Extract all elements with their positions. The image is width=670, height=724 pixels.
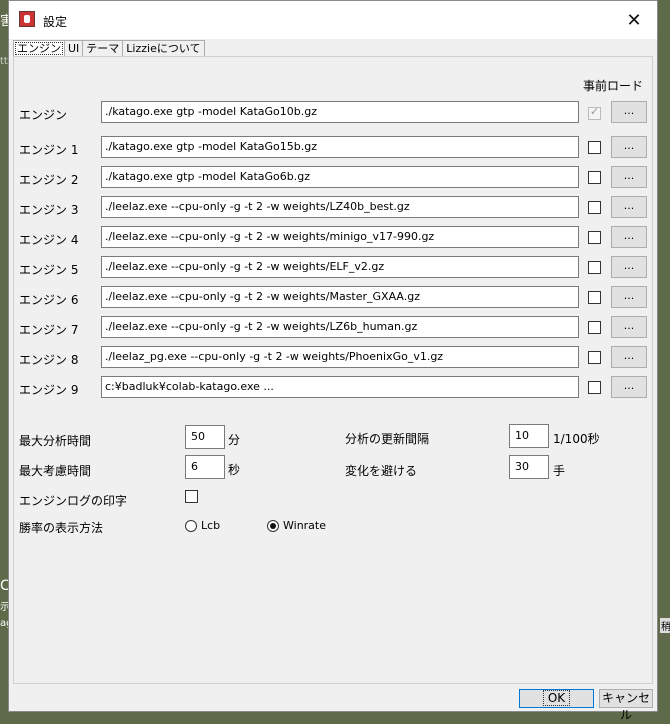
browse-button[interactable]: ...: [611, 226, 647, 248]
browse-button[interactable]: ...: [611, 376, 647, 398]
browse-button[interactable]: ...: [611, 136, 647, 158]
avoid-change-label: 変化を避ける: [345, 464, 418, 478]
browse-button[interactable]: ...: [611, 316, 647, 338]
preload-checkbox[interactable]: [588, 291, 601, 304]
engine-command-field[interactable]: c:¥badluk¥colab-katago.exe ...: [101, 376, 579, 398]
engine-command-field[interactable]: ./katago.exe gtp -model KataGo6b.gz: [101, 166, 579, 188]
preload-checkbox[interactable]: [588, 351, 601, 364]
tab-theme[interactable]: テーマ: [82, 40, 124, 56]
max-analysis-time-field[interactable]: 50: [185, 425, 225, 449]
preload-checkbox[interactable]: [588, 261, 601, 274]
engine-command-field[interactable]: ./katago.exe gtp -model KataGo10b.gz: [101, 101, 579, 123]
tab-bar: エンジン UI テーマ Lizzieについて: [13, 40, 205, 57]
tab-about[interactable]: Lizzieについて: [122, 40, 205, 56]
preload-header: 事前ロード: [583, 79, 644, 93]
engine-label: エンジン 9: [19, 383, 79, 397]
update-interval-label: 分析の更新間隔: [345, 432, 430, 446]
engine-log-checkbox[interactable]: [185, 490, 198, 503]
engine-label: エンジン 7: [19, 323, 79, 337]
window-title: 設定: [43, 15, 68, 29]
engine-label: エンジン 1: [19, 143, 79, 157]
close-button[interactable]: ✕: [611, 1, 657, 39]
max-analysis-time-unit: 分: [228, 433, 241, 447]
tab-ui[interactable]: UI: [64, 40, 84, 56]
background-text: 稍: [660, 618, 670, 633]
engine-command-field[interactable]: ./leelaz.exe --cpu-only -g -t 2 -w weigh…: [101, 316, 579, 338]
browse-button[interactable]: ...: [611, 196, 647, 218]
engine-command-field[interactable]: ./leelaz_pg.exe --cpu-only -g -t 2 -w we…: [101, 346, 579, 368]
engine-label: エンジン: [19, 108, 68, 122]
preload-checkbox[interactable]: [588, 171, 601, 184]
preload-checkbox[interactable]: [588, 381, 601, 394]
engine-label: エンジン 2: [19, 173, 79, 187]
engine-command-field[interactable]: ./leelaz.exe --cpu-only -g -t 2 -w weigh…: [101, 226, 579, 248]
ok-button[interactable]: OK: [519, 689, 594, 708]
engine-label: エンジン 8: [19, 353, 79, 367]
avoid-change-unit: 手: [553, 464, 566, 478]
winrate-radio-label: Winrate: [283, 519, 327, 532]
browse-button[interactable]: ...: [611, 166, 647, 188]
engine-command-field[interactable]: ./leelaz.exe --cpu-only -g -t 2 -w weigh…: [101, 196, 579, 218]
engine-label: エンジン 6: [19, 293, 79, 307]
preload-checkbox[interactable]: [588, 321, 601, 334]
engine-log-label: エンジンログの印字: [19, 494, 128, 508]
update-interval-unit: 1/100秒: [553, 432, 600, 446]
engine-label: エンジン 3: [19, 203, 79, 217]
preload-checkbox[interactable]: [588, 105, 601, 120]
max-think-time-unit: 秒: [228, 463, 241, 477]
max-think-time-label: 最大考慮時間: [19, 464, 92, 478]
engine-command-field[interactable]: ./katago.exe gtp -model KataGo15b.gz: [101, 136, 579, 158]
engine-label: エンジン 4: [19, 233, 79, 247]
browse-button[interactable]: ...: [611, 101, 647, 123]
max-analysis-time-label: 最大分析時間: [19, 434, 92, 448]
browse-button[interactable]: ...: [611, 346, 647, 368]
engine-command-field[interactable]: ./leelaz.exe --cpu-only -g -t 2 -w weigh…: [101, 256, 579, 278]
app-icon: [19, 11, 35, 27]
engine-command-field[interactable]: ./leelaz.exe --cpu-only -g -t 2 -w weigh…: [101, 286, 579, 308]
preload-checkbox[interactable]: [588, 141, 601, 154]
lcb-radio[interactable]: [185, 520, 197, 532]
tab-engine[interactable]: エンジン: [13, 40, 65, 57]
preload-checkbox[interactable]: [588, 201, 601, 214]
ok-button-label: OK: [542, 690, 571, 706]
browse-button[interactable]: ...: [611, 256, 647, 278]
winrate-radio[interactable]: [267, 520, 279, 532]
max-think-time-field[interactable]: 6: [185, 455, 225, 479]
browse-button[interactable]: ...: [611, 286, 647, 308]
update-interval-field[interactable]: 10: [509, 424, 549, 448]
preload-checkbox[interactable]: [588, 231, 601, 244]
lcb-radio-label: Lcb: [201, 519, 221, 532]
close-icon: ✕: [626, 9, 642, 31]
avoid-change-field[interactable]: 30: [509, 455, 549, 479]
title-bar: 設定 ✕: [9, 1, 657, 39]
settings-dialog: 設定 ✕ エンジン UI テーマ Lizzieについて 事前ロード エンジン .…: [8, 0, 658, 722]
winrate-display-label: 勝率の表示方法: [19, 521, 104, 535]
engine-label: エンジン 5: [19, 263, 79, 277]
cancel-button[interactable]: キャンセル: [599, 689, 653, 722]
